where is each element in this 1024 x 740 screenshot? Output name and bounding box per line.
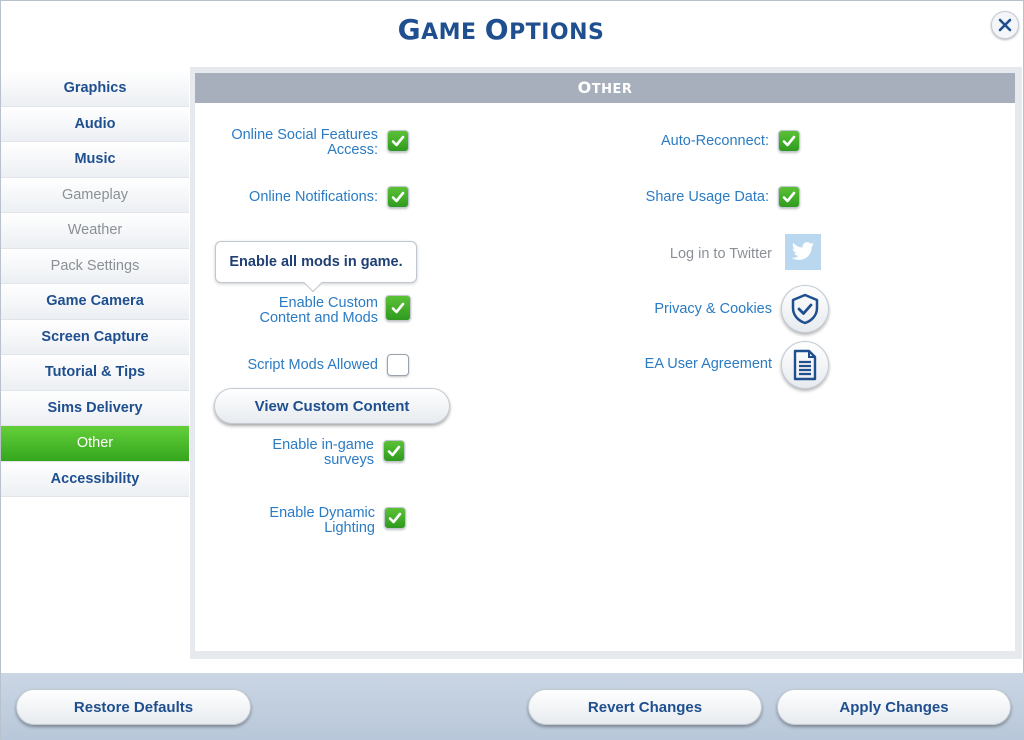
checkmark-icon xyxy=(782,191,796,203)
sidebar-item-other[interactable]: Other xyxy=(1,426,189,462)
sidebar-item-weather[interactable]: Weather xyxy=(1,213,189,249)
twitter-bird-icon xyxy=(792,242,814,260)
custom-content-label: Enable Custom Content and Mods xyxy=(259,295,379,326)
sidebar-item-audio[interactable]: Audio xyxy=(1,106,189,142)
options-sidebar: Graphics Audio Music Gameplay Weather Pa… xyxy=(1,71,190,656)
ea-agreement-button[interactable] xyxy=(781,341,829,389)
online-notifications-checkbox[interactable] xyxy=(387,186,409,208)
auto-reconnect-label: Auto-Reconnect: xyxy=(660,133,769,149)
sidebar-item-tutorial-tips[interactable]: Tutorial & Tips xyxy=(1,355,189,391)
view-custom-content-button[interactable]: View Custom Content xyxy=(214,388,450,424)
share-usage-label: Share Usage Data: xyxy=(645,189,769,205)
window-title: GAME OPTIONS xyxy=(397,13,605,46)
section-header: OTHER xyxy=(195,73,1015,103)
script-mods-label: Script Mods Allowed xyxy=(247,357,378,373)
close-icon xyxy=(998,18,1012,32)
checkmark-icon xyxy=(782,135,796,147)
revert-changes-button[interactable]: Revert Changes xyxy=(528,689,762,725)
sidebar-item-pack-settings[interactable]: Pack Settings xyxy=(1,248,189,284)
checkmark-icon xyxy=(391,135,405,147)
privacy-cookies-button[interactable] xyxy=(781,285,829,333)
surveys-label: Enable in-game surveys xyxy=(272,437,374,468)
sidebar-item-sims-delivery[interactable]: Sims Delivery xyxy=(1,390,189,426)
shield-check-icon xyxy=(791,293,819,325)
sidebar-item-game-camera[interactable]: Game Camera xyxy=(1,284,189,320)
twitter-login-button[interactable] xyxy=(785,234,821,270)
sidebar-item-gameplay[interactable]: Gameplay xyxy=(1,177,189,213)
checkmark-icon xyxy=(387,445,401,457)
apply-changes-button[interactable]: Apply Changes xyxy=(777,689,1011,725)
close-button[interactable] xyxy=(991,11,1019,39)
online-social-checkbox[interactable] xyxy=(387,130,409,152)
checkmark-icon xyxy=(388,512,402,524)
document-icon xyxy=(793,349,817,381)
sidebar-item-music[interactable]: Music xyxy=(1,142,189,178)
auto-reconnect-checkbox[interactable] xyxy=(778,130,800,152)
surveys-checkbox[interactable] xyxy=(383,440,405,462)
checkmark-icon xyxy=(391,302,405,314)
custom-content-checkbox[interactable] xyxy=(385,295,411,321)
sidebar-item-graphics[interactable]: Graphics xyxy=(1,71,189,107)
share-usage-checkbox[interactable] xyxy=(778,186,800,208)
game-options-window: GAME OPTIONS Graphics Audio Music Gamepl… xyxy=(0,0,1024,740)
online-social-label: Online Social Features Access: xyxy=(231,127,378,158)
sidebar-item-accessibility[interactable]: Accessibility xyxy=(1,461,189,497)
privacy-cookies-label: Privacy & Cookies xyxy=(654,301,772,317)
dynamic-lighting-checkbox[interactable] xyxy=(384,507,406,529)
sidebar-item-screen-capture[interactable]: Screen Capture xyxy=(1,319,189,355)
twitter-login-label: Log in to Twitter xyxy=(669,246,772,262)
checkmark-icon xyxy=(391,191,405,203)
ea-agreement-label: EA User Agreement xyxy=(644,356,772,372)
restore-defaults-button[interactable]: Restore Defaults xyxy=(16,689,251,725)
dynamic-lighting-label: Enable Dynamic Lighting xyxy=(269,505,375,536)
script-mods-checkbox[interactable] xyxy=(387,354,409,376)
online-notifications-label: Online Notifications: xyxy=(249,189,378,205)
